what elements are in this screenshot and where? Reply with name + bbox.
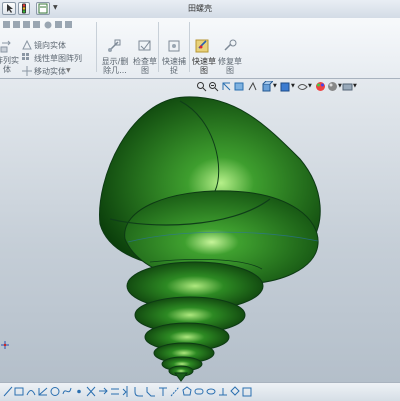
arc-icon[interactable] bbox=[26, 386, 36, 397]
ribbon-separator bbox=[158, 22, 159, 72]
display-delete-relations-icon[interactable] bbox=[106, 38, 122, 54]
offset-icon[interactable] bbox=[110, 386, 120, 397]
quick-snap-button[interactable]: 快速捕捉 bbox=[160, 57, 188, 75]
graphics-viewport[interactable]: ▼ ▼ ▼ ▼ ▼ bbox=[0, 79, 400, 382]
move-arrows-icon bbox=[22, 66, 32, 76]
line-icon[interactable] bbox=[3, 386, 13, 397]
repair-sketch-button[interactable]: 修复草图 bbox=[216, 57, 244, 75]
pattern-body-icon[interactable] bbox=[0, 40, 14, 54]
extend-icon[interactable] bbox=[98, 386, 108, 397]
rectangle-icon[interactable] bbox=[14, 386, 24, 397]
window-title: 田螺壳 bbox=[188, 4, 212, 13]
snail-shell-model[interactable] bbox=[0, 79, 400, 382]
move-dropdown-icon[interactable]: ▼ bbox=[66, 67, 71, 74]
exit-sketch-icon[interactable] bbox=[242, 386, 252, 397]
slot-icon[interactable] bbox=[194, 386, 204, 397]
relations-icon[interactable] bbox=[218, 386, 228, 397]
check-sketch-icon[interactable] bbox=[137, 38, 153, 54]
ellipse-icon[interactable] bbox=[206, 386, 216, 397]
mirror-icon bbox=[22, 40, 32, 50]
command-ribbon: 阵列实体 镜向实体 线性草图阵列 移动实体 ▼ 显示/删除几... 检查草图 快… bbox=[0, 18, 400, 88]
chamfer-icon[interactable] bbox=[146, 386, 156, 397]
quick-snap-icon[interactable] bbox=[166, 38, 182, 54]
repair-sketch-icon[interactable] bbox=[222, 38, 238, 54]
quick-sketch-button[interactable]: 快速草图 bbox=[190, 57, 218, 75]
standard-toolbar-icons bbox=[3, 21, 72, 29]
move-body-label: 移动实体 bbox=[34, 67, 66, 76]
spline-icon[interactable] bbox=[62, 386, 72, 397]
polygon-icon[interactable] bbox=[182, 386, 192, 397]
display-delete-button[interactable]: 显示/删除几... bbox=[100, 57, 130, 75]
check-sketch-button[interactable]: 检查草图 bbox=[130, 57, 160, 75]
point-icon[interactable] bbox=[74, 386, 84, 397]
pattern-body-button[interactable]: 阵列实体 bbox=[0, 56, 20, 74]
convert-entities-icon[interactable] bbox=[230, 386, 240, 397]
ribbon-separator bbox=[96, 22, 97, 72]
mirror-entities-icon[interactable] bbox=[122, 386, 132, 397]
bottom-toolbar bbox=[0, 382, 400, 401]
smart-dimension-icon[interactable] bbox=[38, 386, 48, 397]
quick-sketch-icon[interactable] bbox=[195, 38, 211, 54]
text-icon[interactable] bbox=[158, 386, 168, 397]
fillet-icon[interactable] bbox=[134, 386, 144, 397]
mirror-body-label: 镜向实体 bbox=[34, 41, 66, 50]
axis-triad-icon bbox=[1, 341, 9, 349]
construction-line-icon[interactable] bbox=[170, 386, 180, 397]
grid-pattern-icon bbox=[22, 53, 29, 60]
title-bar: ▼ 田螺壳 bbox=[0, 0, 400, 19]
circle-icon[interactable] bbox=[50, 386, 60, 397]
trim-icon[interactable] bbox=[86, 386, 96, 397]
linear-sketch-pattern-label: 线性草图阵列 bbox=[34, 54, 82, 63]
